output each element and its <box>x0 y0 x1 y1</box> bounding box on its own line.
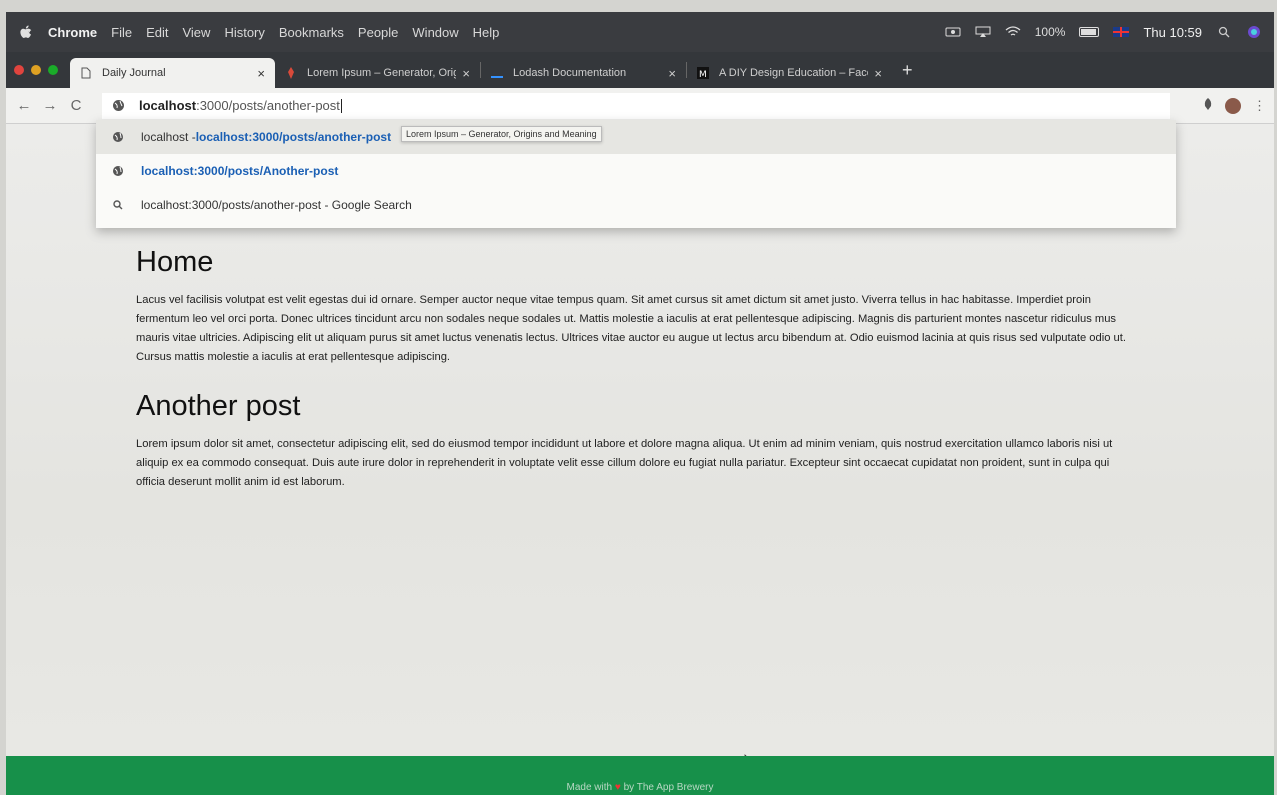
text-caret <box>340 99 342 114</box>
lorem-icon <box>285 67 297 80</box>
suggestion-url: localhost:3000/posts/Another-post <box>141 164 339 178</box>
tab-close-icon[interactable]: × <box>668 66 676 81</box>
new-tab-icon[interactable]: + <box>902 60 913 81</box>
tab-close-icon[interactable]: × <box>874 66 882 81</box>
toolbar-extensions: ⋮ <box>1203 97 1266 114</box>
globe-icon <box>112 99 125 112</box>
post-title: Another post <box>136 390 301 422</box>
tab-close-icon[interactable]: × <box>462 66 470 81</box>
menu-help[interactable]: Help <box>473 25 500 40</box>
wifi-icon[interactable] <box>1005 26 1021 38</box>
extension-icon[interactable] <box>1203 98 1213 113</box>
more-menu-icon[interactable]: ⋮ <box>1253 98 1266 114</box>
tab-lodash-docs[interactable]: Lodash Documentation × <box>481 58 686 88</box>
suggestion-item[interactable]: localhost - localhost:3000/posts/another… <box>96 120 1176 154</box>
spotlight-search-icon[interactable] <box>1216 26 1232 38</box>
suggestion-prefix: localhost - <box>141 130 196 144</box>
reload-icon[interactable]: C <box>66 97 86 114</box>
globe-icon <box>112 131 124 143</box>
suggestion-item[interactable]: localhost:3000/posts/another-post - Goog… <box>96 188 1176 222</box>
post-home: Home Lacus vel facilisis volutpat est ve… <box>136 246 1136 367</box>
tab-title: A DIY Design Education – Face <box>719 67 869 79</box>
heart-icon: ♥ <box>614 782 621 793</box>
battery-percent: 100% <box>1034 25 1066 39</box>
screen-record-icon[interactable] <box>945 26 961 38</box>
post-body: Lorem ipsum dolor sit amet, consectetur … <box>136 438 1113 488</box>
omnibox-suggestions: Lorem Ipsum – Generator, Origins and Mea… <box>96 120 1176 228</box>
svg-text:M: M <box>699 70 707 79</box>
window-controls <box>14 65 58 75</box>
page-footer: Made with ♥ by The App Brewery <box>6 756 1274 795</box>
forward-arrow-icon[interactable]: → <box>40 97 60 114</box>
search-icon <box>112 199 124 211</box>
menu-app-name[interactable]: Chrome <box>48 25 97 40</box>
document-icon <box>80 67 92 80</box>
post-body: Lacus vel facilisis volutpat est velit e… <box>136 294 1126 363</box>
footer-prefix: Made with <box>566 782 613 793</box>
address-bar-text: localhost:3000/posts/another-post <box>139 98 342 114</box>
menu-history[interactable]: History <box>224 25 264 40</box>
screen: Chrome File Edit View History Bookmarks … <box>6 12 1274 795</box>
suggestion-text: localhost:3000/posts/another-post - Goog… <box>141 198 412 212</box>
close-window-button[interactable] <box>14 65 24 75</box>
back-arrow-icon[interactable]: ← <box>14 97 34 114</box>
battery-icon[interactable] <box>1079 27 1100 37</box>
airplay-icon[interactable] <box>975 26 991 38</box>
menu-edit[interactable]: Edit <box>146 25 168 40</box>
tab-title: Lodash Documentation <box>513 67 627 79</box>
browser-toolbar: ← → C localhost:3000/posts/another-post … <box>6 88 1274 124</box>
lodash-icon <box>491 67 503 80</box>
tab-title: Lorem Ipsum – Generator, Orig <box>307 67 457 79</box>
tab-close-icon[interactable]: × <box>257 66 265 81</box>
tab-title: Daily Journal <box>102 67 166 79</box>
menu-file[interactable]: File <box>111 25 132 40</box>
post-another: Another post Lorem ipsum dolor sit amet,… <box>136 390 1136 492</box>
menu-bookmarks[interactable]: Bookmarks <box>279 25 344 40</box>
siri-icon[interactable] <box>1246 26 1262 38</box>
uk-flag-icon[interactable] <box>1113 27 1130 37</box>
menu-view[interactable]: View <box>182 25 210 40</box>
tab-hover-tooltip: Lorem Ipsum – Generator, Origins and Mea… <box>401 126 602 142</box>
suggestion-url: localhost:3000/posts/another-post <box>195 130 392 144</box>
apple-icon[interactable] <box>18 24 32 40</box>
menu-window[interactable]: Window <box>412 25 458 40</box>
minimize-window-button[interactable] <box>31 65 41 75</box>
menu-people[interactable]: People <box>358 25 398 40</box>
menubar-status-area: 100% Thu 10:59 <box>945 25 1262 40</box>
footer-suffix: by The App Brewery <box>623 782 714 793</box>
address-bar[interactable]: localhost:3000/posts/another-post <box>102 92 1170 119</box>
tab-daily-journal[interactable]: Daily Journal × <box>70 58 275 88</box>
suggestion-item[interactable]: localhost:3000/posts/Another-post <box>96 154 1176 188</box>
maximize-window-button[interactable] <box>48 65 58 75</box>
globe-icon <box>112 165 124 177</box>
profile-avatar[interactable] <box>1225 97 1241 114</box>
browser-tab-strip: Daily Journal × Lorem Ipsum – Generator,… <box>6 52 1274 88</box>
url-host: localhost <box>139 97 197 113</box>
macos-menubar: Chrome File Edit View History Bookmarks … <box>6 12 1274 52</box>
tab-lorem-ipsum[interactable]: Lorem Ipsum – Generator, Orig × <box>275 58 480 88</box>
url-path: :3000/posts/another-post <box>196 97 340 113</box>
menubar-clock[interactable]: Thu 10:59 <box>1143 25 1202 40</box>
post-title: Home <box>136 246 214 278</box>
medium-icon: M <box>697 67 709 80</box>
tab-diy-design[interactable]: M A DIY Design Education – Face × <box>687 58 892 88</box>
